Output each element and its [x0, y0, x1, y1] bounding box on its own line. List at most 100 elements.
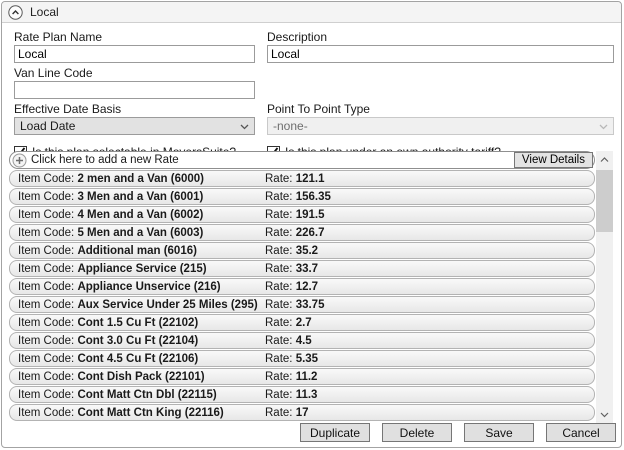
item-code-prefix: Item Code: — [18, 209, 77, 221]
view-details-button[interactable]: View Details — [514, 152, 593, 168]
item-code-value: Appliance Service (215) — [77, 263, 206, 275]
item-code-value: 2 men and a Van (6000) — [77, 173, 204, 185]
rate-value: 33.75 — [296, 299, 325, 311]
rate-list-item[interactable]: Item Code: Cont 3.0 Cu Ft (22104) Rate: … — [9, 332, 595, 349]
rate-value: 191.5 — [296, 209, 325, 221]
rate-list-item[interactable]: Item Code: Appliance Unservice (216) Rat… — [9, 278, 595, 295]
rate-prefix: Rate: — [265, 245, 296, 257]
chevron-down-icon — [240, 119, 249, 133]
rate-list-item[interactable]: Item Code: Appliance Service (215) Rate:… — [9, 260, 595, 277]
rate-value: 156.35 — [296, 191, 331, 203]
rate-prefix: Rate: — [265, 209, 296, 221]
rate-prefix: Rate: — [265, 317, 296, 329]
rate-value: 11.3 — [296, 389, 318, 401]
rate-list-item[interactable]: Item Code: 5 Men and a Van (6003) Rate: … — [9, 224, 595, 241]
point-to-point-type-select: -none- — [267, 117, 614, 135]
item-code-prefix: Item Code: — [18, 173, 77, 185]
item-code-value: Cont 3.0 Cu Ft (22104) — [77, 335, 198, 347]
rate-value: 5.35 — [296, 353, 318, 365]
effective-date-basis-value: Load Date — [20, 119, 75, 133]
item-code-prefix: Item Code: — [18, 191, 77, 203]
van-line-code-input[interactable] — [14, 81, 255, 99]
van-line-code-label: Van Line Code — [14, 66, 255, 80]
rate-plan-name-input[interactable] — [14, 45, 255, 63]
rate-prefix: Rate: — [265, 173, 296, 185]
item-code-value: 4 Men and a Van (6002) — [77, 209, 203, 221]
rate-plan-panel: Local Rate Plan Name Description Van Lin… — [1, 1, 622, 448]
rate-list-item[interactable]: Item Code: Cont 1.5 Cu Ft (22102) Rate: … — [9, 314, 595, 331]
item-code-prefix: Item Code: — [18, 353, 77, 365]
scroll-down-icon[interactable] — [596, 406, 613, 423]
rate-list-item[interactable]: Item Code: Cont Matt Ctn King (22116) Ra… — [9, 404, 595, 421]
save-button[interactable]: Save — [464, 423, 534, 442]
point-to-point-type-value: -none- — [273, 119, 308, 133]
cancel-button[interactable]: Cancel — [546, 423, 616, 442]
description-input[interactable] — [267, 45, 614, 63]
rate-list-item[interactable]: Item Code: 2 men and a Van (6000) Rate: … — [9, 170, 595, 187]
rate-value: 33.7 — [296, 263, 318, 275]
item-code-prefix: Item Code: — [18, 281, 77, 293]
rate-list-item[interactable]: Item Code: Additional man (6016) Rate: 3… — [9, 242, 595, 259]
collapse-icon[interactable] — [8, 5, 23, 20]
rate-value: 2.7 — [296, 317, 312, 329]
item-code-prefix: Item Code: — [18, 245, 77, 257]
effective-date-basis-select[interactable]: Load Date — [14, 117, 255, 135]
rate-prefix: Rate: — [265, 263, 296, 275]
rate-value: 11.2 — [296, 371, 318, 383]
item-code-prefix: Item Code: — [18, 371, 77, 383]
rate-list-item[interactable]: Item Code: Cont Matt Ctn Dbl (22115) Rat… — [9, 386, 595, 403]
item-code-value: Aux Service Under 25 Miles (295) — [77, 299, 257, 311]
item-code-value: Additional man (6016) — [77, 245, 197, 257]
panel-header: Local — [2, 2, 621, 23]
rate-list-item[interactable]: Item Code: Cont Dish Pack (22101) Rate: … — [9, 368, 595, 385]
rate-plan-form: Rate Plan Name Description Van Line Code… — [2, 23, 621, 159]
item-code-prefix: Item Code: — [18, 407, 77, 419]
item-code-value: Appliance Unservice (216) — [77, 281, 220, 293]
panel-title: Local — [30, 5, 59, 19]
item-code-prefix: Item Code: — [18, 227, 77, 239]
rate-prefix: Rate: — [265, 371, 296, 383]
rate-prefix: Rate: — [265, 191, 296, 203]
scrollbar-thumb[interactable] — [596, 170, 613, 232]
rate-list-item[interactable]: Item Code: Cont 4.5 Cu Ft (22106) Rate: … — [9, 350, 595, 367]
plus-icon — [12, 153, 27, 168]
scroll-up-icon[interactable] — [596, 151, 613, 168]
item-code-value: 5 Men and a Van (6003) — [77, 227, 203, 239]
item-code-prefix: Item Code: — [18, 317, 77, 329]
rate-plan-name-label: Rate Plan Name — [14, 30, 255, 44]
duplicate-button[interactable]: Duplicate — [300, 423, 370, 442]
delete-button[interactable]: Delete — [382, 423, 452, 442]
add-new-rate-label: Click here to add a new Rate — [31, 154, 514, 166]
rate-list-item[interactable]: Item Code: 3 Men and a Van (6001) Rate: … — [9, 188, 595, 205]
rate-prefix: Rate: — [265, 335, 296, 347]
item-code-prefix: Item Code: — [18, 389, 77, 401]
rate-list: Item Code: 2 men and a Van (6000) Rate: … — [9, 170, 595, 421]
rate-value: 17 — [296, 407, 309, 419]
rate-prefix: Rate: — [265, 353, 296, 365]
add-new-rate-row[interactable]: Click here to add a new Rate View Detail… — [9, 151, 595, 169]
rate-value: 35.2 — [296, 245, 318, 257]
item-code-prefix: Item Code: — [18, 263, 77, 275]
description-label: Description — [267, 30, 614, 44]
rate-value: 226.7 — [296, 227, 325, 239]
item-code-value: Cont Dish Pack (22101) — [77, 371, 204, 383]
rate-prefix: Rate: — [265, 389, 296, 401]
item-code-prefix: Item Code: — [18, 335, 77, 347]
footer-button-bar: Duplicate Delete Save Cancel — [300, 423, 616, 442]
rate-value: 121.1 — [296, 173, 325, 185]
effective-date-basis-label: Effective Date Basis — [14, 102, 255, 116]
item-code-value: Cont Matt Ctn King (22116) — [77, 407, 223, 419]
item-code-value: 3 Men and a Van (6001) — [77, 191, 203, 203]
rate-list-item[interactable]: Item Code: 4 Men and a Van (6002) Rate: … — [9, 206, 595, 223]
vertical-scrollbar[interactable] — [596, 151, 613, 423]
item-code-prefix: Item Code: — [18, 299, 77, 311]
rates-area: Click here to add a new Rate View Detail… — [9, 151, 595, 422]
point-to-point-type-label: Point To Point Type — [267, 102, 614, 116]
rate-prefix: Rate: — [265, 281, 296, 293]
rate-prefix: Rate: — [265, 407, 296, 419]
rate-value: 4.5 — [296, 335, 312, 347]
item-code-value: Cont 4.5 Cu Ft (22106) — [77, 353, 198, 365]
rate-value: 12.7 — [296, 281, 318, 293]
rate-prefix: Rate: — [265, 227, 296, 239]
rate-list-item[interactable]: Item Code: Aux Service Under 25 Miles (2… — [9, 296, 595, 313]
